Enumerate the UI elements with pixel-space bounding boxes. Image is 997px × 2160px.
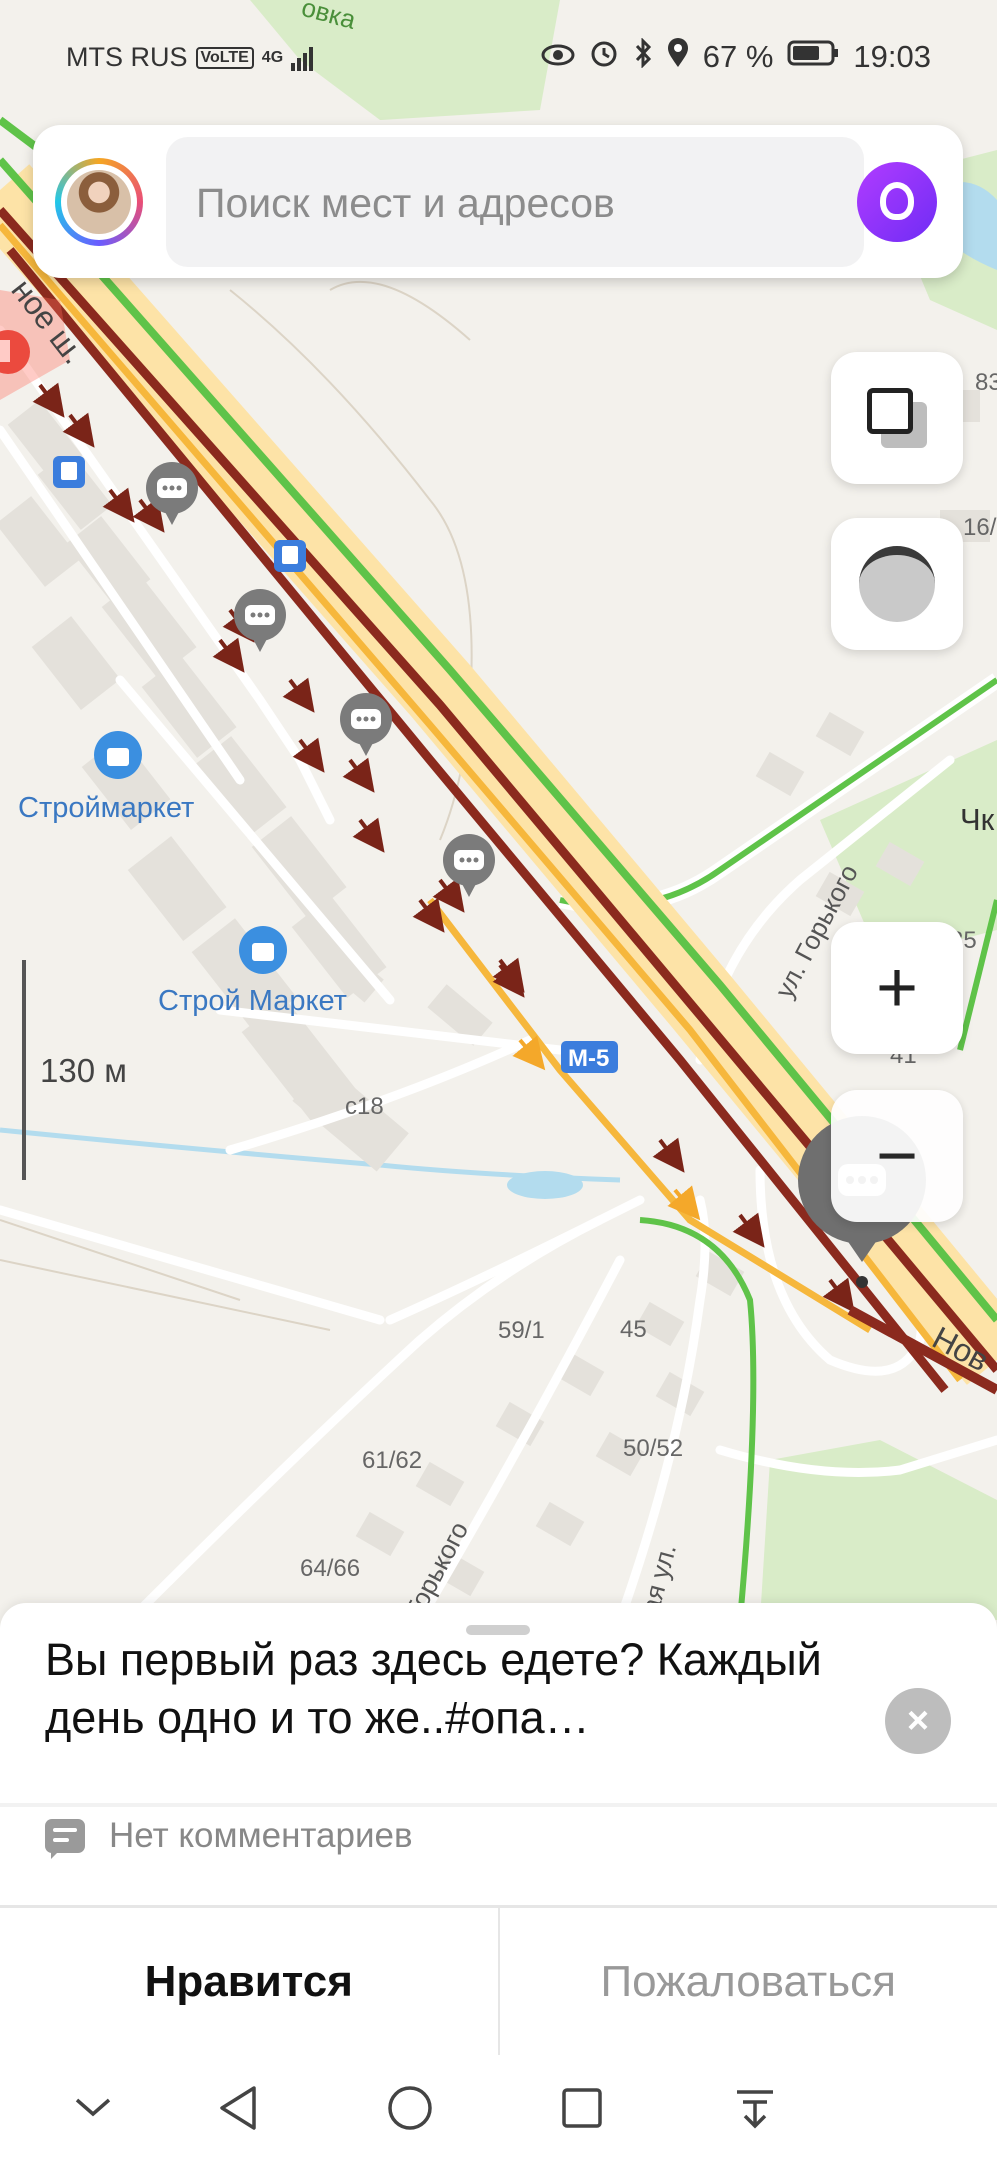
status-left: MTS RUS VoLTE 4G [66, 42, 314, 73]
chevron-down-icon[interactable] [60, 2075, 126, 2141]
traffic-icon [859, 546, 935, 622]
map-label-chk: Чк [960, 802, 995, 837]
zoom-in-button[interactable]: + [831, 922, 963, 1054]
alarm-icon [589, 38, 619, 76]
layers-icon [867, 388, 927, 448]
building-label-64-66: 64/66 [300, 1555, 360, 1582]
eye-icon [541, 39, 575, 75]
comments-row[interactable]: Нет комментариев [45, 1816, 413, 1859]
zoom-out-button[interactable]: − [831, 1090, 963, 1222]
battery-percent: 67 % [702, 39, 774, 74]
poi-label-stroy-market[interactable]: Строй Маркет [158, 985, 347, 1017]
minus-icon: − [875, 1116, 919, 1196]
alice-voice-assistant-icon[interactable] [857, 162, 937, 242]
map-scale-bar [22, 960, 26, 1180]
building-label-16: 16/ [963, 514, 997, 541]
close-button[interactable]: × [885, 1688, 951, 1754]
bluetooth-icon [633, 37, 653, 76]
battery-icon [787, 39, 839, 75]
map-scale-label: 130 м [40, 1052, 127, 1089]
volte-badge: VoLTE [195, 46, 254, 69]
plus-icon: + [875, 948, 919, 1028]
event-bottom-sheet: Вы первый раз здесь едете? Каждый день о… [0, 1603, 997, 2055]
divider [0, 1803, 997, 1807]
event-comment-title: Вы первый раз здесь едете? Каждый день о… [45, 1634, 822, 1743]
home-icon[interactable] [377, 2075, 443, 2141]
building-label-50-52: 50/52 [623, 1435, 683, 1462]
location-icon [667, 38, 689, 76]
network-type: 4G [261, 48, 284, 66]
traffic-button[interactable] [831, 518, 963, 650]
notifications-icon[interactable] [722, 2075, 788, 2141]
status-right: 67 % 19:03 [541, 37, 931, 76]
report-button[interactable]: Пожаловаться [500, 1908, 997, 2055]
like-button[interactable]: Нравится [0, 1908, 500, 2055]
building-label-c18: с18 [345, 1093, 384, 1120]
building-label-59-1: 59/1 [498, 1317, 545, 1344]
poi-label-stroymarket[interactable]: Строймаркет [18, 792, 194, 824]
system-nav-bar [0, 2055, 997, 2160]
back-icon[interactable] [205, 2075, 271, 2141]
carrier-name: MTS RUS [66, 42, 188, 72]
avatar-photo [67, 170, 131, 234]
sheet-actions: Нравится Пожаловаться [0, 1908, 997, 2055]
search-field[interactable] [166, 137, 864, 269]
signal-icon [291, 45, 314, 71]
avatar[interactable] [55, 158, 143, 246]
search-bar [33, 125, 963, 278]
building-label-45: 45 [620, 1316, 647, 1343]
comments-count-label: Нет комментариев [109, 1816, 413, 1855]
close-icon: × [906, 1700, 930, 1742]
road-shield-m5: М-5 [568, 1045, 609, 1072]
clock: 19:03 [853, 39, 931, 74]
search-input[interactable] [166, 137, 838, 269]
avatar-ring [61, 164, 137, 240]
status-bar: MTS RUS VoLTE 4G 67 % 19:03 [0, 30, 997, 80]
recents-icon[interactable] [549, 2075, 615, 2141]
comment-icon [45, 1819, 85, 1859]
building-label-61-62: 61/62 [362, 1447, 422, 1474]
layers-button[interactable] [831, 352, 963, 484]
building-label-83: 83 [975, 369, 997, 396]
